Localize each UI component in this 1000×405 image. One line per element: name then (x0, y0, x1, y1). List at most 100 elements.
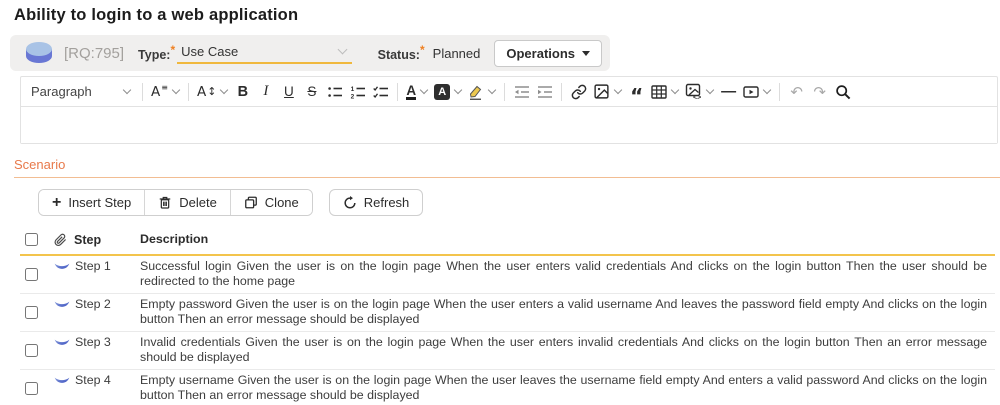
check-list-button[interactable] (369, 80, 392, 104)
table-row[interactable]: Step 4 Empty username Given the user is … (20, 370, 995, 405)
paragraph-format-dropdown[interactable]: Paragraph (25, 80, 137, 104)
outdent-icon (514, 84, 530, 100)
step-description: Successful login Given the user is on th… (140, 259, 995, 290)
bold-icon: B (238, 84, 248, 100)
redo-icon: ↷ (813, 83, 826, 101)
chevron-down-icon (123, 86, 131, 94)
row-select-checkbox[interactable] (25, 344, 38, 357)
font-color-icon: A (406, 84, 416, 100)
highlight-dropdown[interactable] (465, 80, 499, 104)
image-icon (593, 83, 610, 100)
attachment-icon (54, 233, 67, 247)
caret-down-icon (582, 51, 590, 56)
image-gallery-dropdown[interactable]: <> (682, 80, 717, 104)
table-row[interactable]: Step 2 Empty password Given the user is … (20, 294, 995, 332)
refresh-button[interactable]: Refresh (329, 189, 424, 216)
status-field: Status:* Planned (378, 43, 481, 62)
requirement-header-bar: [RQ:795] Type:* Use Case Status:* Planne… (10, 35, 610, 71)
insert-step-button[interactable]: + Insert Step (39, 190, 145, 215)
rich-text-editor: Paragraph A≡ A↕ B I U S (20, 76, 998, 144)
find-replace-button[interactable] (831, 80, 854, 104)
row-select-checkbox[interactable] (25, 268, 38, 281)
outdent-button[interactable] (510, 80, 533, 104)
type-label: Type:* (138, 43, 177, 62)
step-column-header: Step (74, 233, 101, 247)
step-description: Invalid credentials Given the user is on… (140, 335, 995, 366)
description-column-header: Description (140, 232, 995, 248)
video-dropdown[interactable] (740, 80, 774, 104)
required-marker-icon: * (420, 43, 425, 57)
blockquote-button[interactable]: “ (625, 80, 648, 104)
requirement-id: [RQ:795] (64, 45, 124, 62)
font-family-dropdown[interactable]: A≡ (148, 80, 183, 104)
numbered-list-button[interactable]: 1 2 (346, 80, 369, 104)
svg-text:<>: <> (693, 95, 701, 100)
row-select-checkbox[interactable] (25, 382, 38, 395)
type-value: Use Case (181, 44, 238, 59)
clone-button[interactable]: Clone (231, 190, 312, 215)
editor-toolbar: Paragraph A≡ A↕ B I U S (21, 77, 997, 107)
check-list-icon (373, 84, 389, 100)
highlighter-icon (468, 84, 484, 100)
svg-text:2: 2 (351, 93, 355, 99)
table-row[interactable]: Step 1 Successful login Given the user i… (20, 256, 995, 294)
step-description: Empty username Given the user is on the … (140, 373, 995, 404)
step-number: Step 3 (75, 335, 111, 349)
editor-content-area[interactable] (21, 107, 997, 143)
undo-button[interactable]: ↶ (785, 80, 808, 104)
link-button[interactable] (567, 80, 590, 104)
chevron-down-icon (488, 86, 496, 94)
font-size-icon: A (197, 84, 206, 100)
strikethrough-button[interactable]: S (300, 80, 323, 104)
font-size-dropdown[interactable]: A↕ (194, 80, 231, 104)
table-dropdown[interactable] (648, 80, 682, 104)
use-case-step-icon (54, 262, 70, 272)
step-number: Step 1 (75, 259, 111, 273)
row-select-checkbox[interactable] (25, 306, 38, 319)
horizontal-rule-button[interactable]: — (717, 80, 740, 104)
blockquote-icon: “ (630, 93, 643, 99)
underline-button[interactable]: U (277, 80, 300, 104)
strikethrough-icon: S (307, 84, 316, 99)
search-icon (835, 84, 851, 100)
required-marker-icon: * (170, 43, 175, 57)
underline-icon: U (284, 84, 294, 99)
redo-button[interactable]: ↷ (808, 80, 831, 104)
bold-button[interactable]: B (231, 80, 254, 104)
chevron-down-icon (420, 86, 428, 94)
step-number: Step 4 (75, 373, 111, 387)
delete-button[interactable]: Delete (145, 190, 231, 215)
use-case-step-icon (54, 300, 70, 310)
italic-button[interactable]: I (254, 80, 277, 104)
page-title: Ability to login to a web application (14, 6, 1000, 25)
horizontal-rule-icon: — (721, 83, 736, 100)
indent-button[interactable] (533, 80, 556, 104)
background-color-icon: A (434, 84, 450, 100)
operations-button[interactable]: Operations (494, 40, 602, 67)
status-label: Status:* (378, 43, 427, 62)
chevron-down-icon (671, 86, 679, 94)
plus-icon: + (52, 197, 61, 209)
type-dropdown[interactable]: Use Case (177, 42, 351, 64)
status-value: Planned (433, 46, 481, 61)
table-header-row: Step Description (20, 228, 995, 256)
step-description: Empty password Given the user is on the … (140, 297, 995, 328)
bullet-list-button[interactable] (323, 80, 346, 104)
chevron-down-icon (763, 86, 771, 94)
numbered-list-icon: 1 2 (350, 84, 366, 100)
image-dropdown[interactable] (590, 80, 625, 104)
trash-icon (158, 195, 172, 210)
indent-icon (537, 84, 553, 100)
font-icon: A (151, 84, 160, 100)
chevron-down-icon (706, 86, 714, 94)
svg-text:1: 1 (351, 85, 355, 92)
background-color-dropdown[interactable]: A (431, 80, 465, 104)
table-icon (651, 84, 667, 100)
table-row[interactable]: Step 3 Invalid credentials Given the use… (20, 332, 995, 370)
font-color-dropdown[interactable]: A (403, 80, 431, 104)
video-icon (743, 84, 759, 100)
chevron-down-icon (614, 86, 622, 94)
select-all-checkbox[interactable] (25, 233, 38, 246)
chevron-down-icon (454, 86, 462, 94)
step-actions-toolbar: + Insert Step Delete Clo (38, 189, 1000, 216)
